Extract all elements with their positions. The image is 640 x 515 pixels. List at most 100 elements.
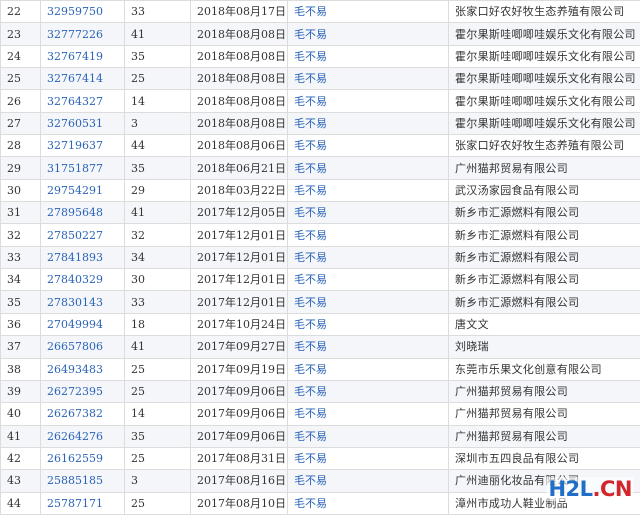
watermark-part1: H2L (548, 477, 592, 501)
table-row: 273276053132018年08月08日毛不易霍尔果斯哇唧唧哇娱乐文化有限公… (1, 112, 640, 134)
trademark-name-link[interactable]: 毛不易 (294, 184, 327, 197)
trademark-name-link[interactable]: 毛不易 (294, 28, 327, 41)
application-date: 2017年09月06日 (191, 425, 288, 447)
class-number: 35 (125, 45, 191, 67)
registration-number: 32767414 (41, 68, 125, 90)
trademark-name-link[interactable]: 毛不易 (294, 407, 327, 420)
trademark-name-link[interactable]: 毛不易 (294, 363, 327, 376)
application-date: 2017年10月24日 (191, 313, 288, 335)
application-date: 2018年08月17日 (191, 1, 288, 23)
application-date: 2018年08月06日 (191, 135, 288, 157)
registration-number-link[interactable]: 32760531 (47, 117, 103, 130)
trademark-name: 毛不易 (288, 112, 449, 134)
table-row: 2632764327142018年08月08日毛不易霍尔果斯哇唧唧哇娱乐文化有限… (1, 90, 640, 112)
trademark-name-link[interactable]: 毛不易 (294, 296, 327, 309)
row-index: 43 (1, 470, 41, 492)
registration-number-link[interactable]: 25787171 (47, 497, 103, 510)
trademark-name: 毛不易 (288, 224, 449, 246)
registration-number: 32760531 (41, 112, 125, 134)
trademark-name: 毛不易 (288, 1, 449, 23)
applicant-name: 新乡市汇源燃料有限公司 (449, 291, 640, 313)
watermark-part2: .CN (593, 477, 632, 501)
registration-number-link[interactable]: 26264276 (47, 430, 103, 443)
class-number: 25 (125, 380, 191, 402)
applicant-name: 广州猫邦贸易有限公司 (449, 425, 640, 447)
class-number: 32 (125, 224, 191, 246)
trademark-name-link[interactable]: 毛不易 (294, 5, 327, 18)
registration-number-link[interactable]: 27840329 (47, 273, 103, 286)
trademark-name-link[interactable]: 毛不易 (294, 452, 327, 465)
table-row: 3527830143332017年12月01日毛不易新乡市汇源燃料有限公司 (1, 291, 640, 313)
trademark-name-link[interactable]: 毛不易 (294, 340, 327, 353)
class-number: 3 (125, 470, 191, 492)
table-row: 2232959750332018年08月17日毛不易张家口好农好牧生态养殖有限公… (1, 1, 640, 23)
registration-number-link[interactable]: 32719637 (47, 139, 103, 152)
registration-number: 27841893 (41, 246, 125, 268)
trademark-name-link[interactable]: 毛不易 (294, 95, 327, 108)
row-index: 28 (1, 135, 41, 157)
applicant-name: 广州猫邦贸易有限公司 (449, 380, 640, 402)
trademark-name-link[interactable]: 毛不易 (294, 162, 327, 175)
registration-number-link[interactable]: 26272395 (47, 385, 103, 398)
table-row: 3926272395252017年09月06日毛不易广州猫邦贸易有限公司 (1, 380, 640, 402)
trademark-name-link[interactable]: 毛不易 (294, 206, 327, 219)
registration-number: 32777226 (41, 23, 125, 45)
registration-number-link[interactable]: 31751877 (47, 162, 103, 175)
applicant-name: 张家口好农好牧生态养殖有限公司 (449, 135, 640, 157)
row-index: 30 (1, 179, 41, 201)
row-index: 35 (1, 291, 41, 313)
table-row: 2832719637442018年08月06日毛不易张家口好农好牧生态养殖有限公… (1, 135, 640, 157)
registration-number-link[interactable]: 27830143 (47, 296, 103, 309)
table-row: 3427840329302017年12月01日毛不易新乡市汇源燃料有限公司 (1, 269, 640, 291)
applicant-name: 霍尔果斯哇唧唧哇娱乐文化有限公司 (449, 23, 640, 45)
application-date: 2018年08月08日 (191, 68, 288, 90)
trademark-name-link[interactable]: 毛不易 (294, 72, 327, 85)
trademark-name-link[interactable]: 毛不易 (294, 385, 327, 398)
trademark-name-link[interactable]: 毛不易 (294, 318, 327, 331)
applicant-name: 武汉汤家园食品有限公司 (449, 179, 640, 201)
registration-number-link[interactable]: 29754291 (47, 184, 103, 197)
trademark-name: 毛不易 (288, 380, 449, 402)
registration-number-link[interactable]: 26657806 (47, 340, 103, 353)
registration-number-link[interactable]: 25885185 (47, 474, 103, 487)
trademark-name-link[interactable]: 毛不易 (294, 251, 327, 264)
trademark-name-link[interactable]: 毛不易 (294, 430, 327, 443)
class-number: 25 (125, 492, 191, 514)
registration-number-link[interactable]: 27841893 (47, 251, 103, 264)
registration-number: 26657806 (41, 336, 125, 358)
registration-number-link[interactable]: 32959750 (47, 5, 103, 18)
registration-number-link[interactable]: 32764327 (47, 95, 103, 108)
application-date: 2018年08月08日 (191, 90, 288, 112)
trademark-name-link[interactable]: 毛不易 (294, 273, 327, 286)
trademark-name-link[interactable]: 毛不易 (294, 50, 327, 63)
registration-number-link[interactable]: 26267382 (47, 407, 103, 420)
trademark-name-link[interactable]: 毛不易 (294, 474, 327, 487)
registration-number-link[interactable]: 32767414 (47, 72, 103, 85)
row-index: 32 (1, 224, 41, 246)
applicant-name: 深圳市五四良品有限公司 (449, 447, 640, 469)
trademark-name-link[interactable]: 毛不易 (294, 117, 327, 130)
trademark-name: 毛不易 (288, 425, 449, 447)
trademark-name: 毛不易 (288, 470, 449, 492)
registration-number: 27850227 (41, 224, 125, 246)
registration-number-link[interactable]: 27895648 (47, 206, 103, 219)
trademark-name-link[interactable]: 毛不易 (294, 139, 327, 152)
registration-number-link[interactable]: 32777226 (47, 28, 103, 41)
trademark-name: 毛不易 (288, 403, 449, 425)
trademark-name-link[interactable]: 毛不易 (294, 497, 327, 510)
registration-number-link[interactable]: 26162559 (47, 452, 103, 465)
table-row: 2432767419352018年08月08日毛不易霍尔果斯哇唧唧哇娱乐文化有限… (1, 45, 640, 67)
trademark-name-link[interactable]: 毛不易 (294, 229, 327, 242)
class-number: 18 (125, 313, 191, 335)
row-index: 41 (1, 425, 41, 447)
registration-number-link[interactable]: 26493483 (47, 363, 103, 376)
registration-number-link[interactable]: 27049994 (47, 318, 103, 331)
applicant-name: 东莞市乐果文化创意有限公司 (449, 358, 640, 380)
applicant-name: 张家口好农好牧生态养殖有限公司 (449, 1, 640, 23)
table-row: 3826493483252017年09月19日毛不易东莞市乐果文化创意有限公司 (1, 358, 640, 380)
registration-number-link[interactable]: 27850227 (47, 229, 103, 242)
application-date: 2018年08月08日 (191, 112, 288, 134)
trademark-name: 毛不易 (288, 269, 449, 291)
registration-number: 26264276 (41, 425, 125, 447)
registration-number-link[interactable]: 32767419 (47, 50, 103, 63)
